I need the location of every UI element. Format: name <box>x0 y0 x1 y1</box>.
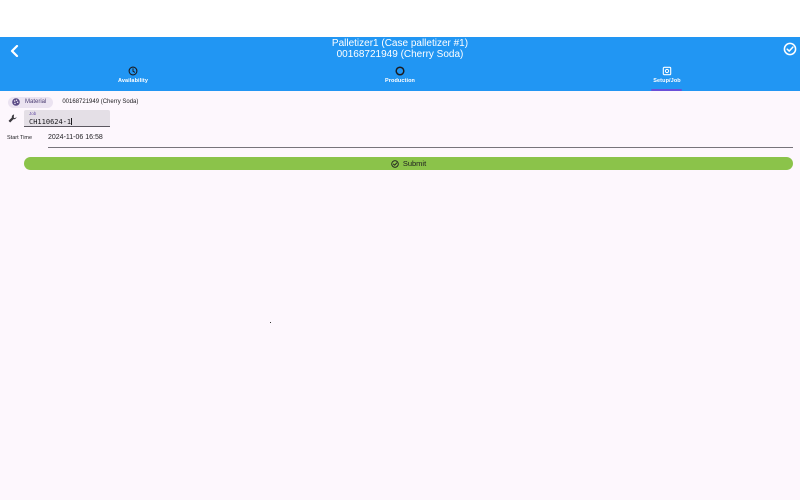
job-field-value-wrap: CH110624-1 <box>29 118 73 126</box>
check-circle-icon <box>391 159 399 168</box>
circle-icon <box>395 66 405 76</box>
title-line-1: Palletizer1 (Case palletizer #1) <box>331 38 469 49</box>
clock-icon <box>128 66 138 76</box>
tab-availability[interactable]: Availability <box>83 65 183 91</box>
tab-production[interactable]: Production <box>350 65 450 91</box>
tab-production-label: Production <box>384 78 416 84</box>
active-tab-indicator <box>651 89 682 91</box>
tab-availability-label: Availability <box>117 78 149 84</box>
start-time-field[interactable]: 2024-11-06 16:58 <box>48 131 793 148</box>
wrench-icon <box>8 114 17 123</box>
start-time-value: 2024-11-06 16:58 <box>48 134 103 141</box>
setup-icon <box>662 66 672 76</box>
confirm-button[interactable] <box>783 42 797 56</box>
material-value: 00168721949 (Cherry Soda) <box>62 99 139 105</box>
job-field[interactable]: Job CH110624-1 <box>24 110 110 127</box>
top-blank-area <box>0 0 800 37</box>
job-field-label: Job <box>29 111 37 116</box>
start-time-label: Start Time <box>7 135 33 141</box>
text-caret <box>71 118 73 125</box>
title-line-2: 00168721949 (Cherry Soda) <box>336 49 464 60</box>
job-field-value: CH110624-1 <box>29 118 72 126</box>
stray-pixel <box>270 322 271 323</box>
palette-icon <box>12 98 20 106</box>
app-bar-title: Palletizer1 (Case palletizer #1) 0016872… <box>0 38 800 60</box>
app-bar: Palletizer1 (Case palletizer #1) 0016872… <box>0 37 800 91</box>
tab-setup-job-label: Setup/Job <box>653 78 681 84</box>
material-chip-label: Material <box>25 99 47 105</box>
material-row: Material 00168721949 (Cherry Soda) <box>8 96 138 108</box>
tab-bar: Availability Production Setup/Job <box>0 65 800 91</box>
submit-button-label: Submit <box>402 159 427 168</box>
material-chip[interactable]: Material <box>8 96 54 108</box>
submit-button[interactable]: Submit <box>24 157 793 170</box>
tab-setup-job[interactable]: Setup/Job <box>617 65 717 91</box>
check-circle-icon <box>783 42 797 56</box>
